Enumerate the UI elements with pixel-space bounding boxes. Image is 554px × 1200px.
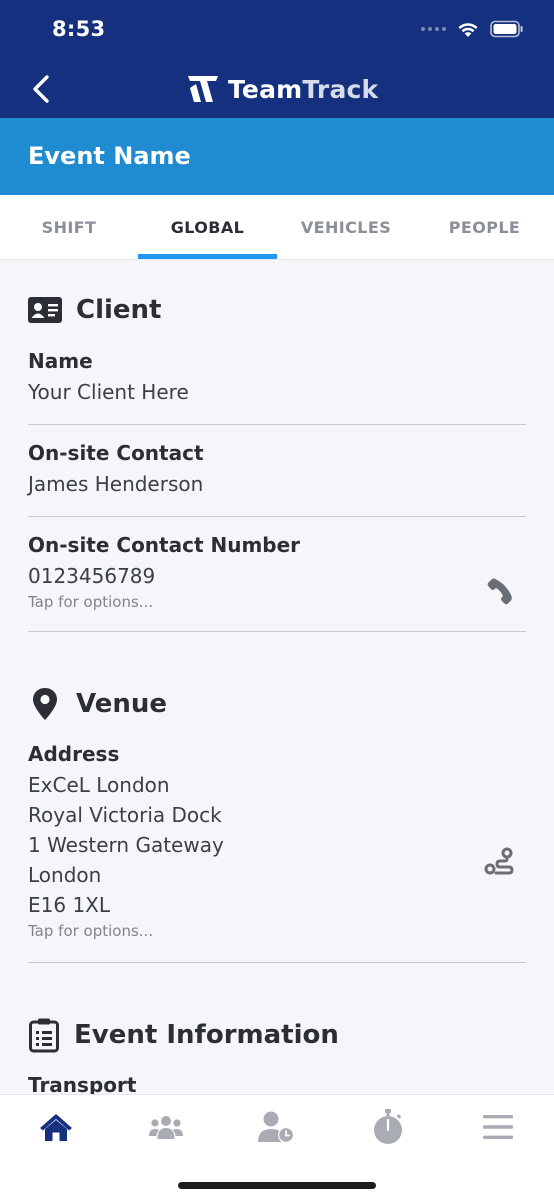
client-title: Client: [76, 295, 162, 325]
venue-section-header: Venue: [28, 687, 167, 721]
id-card-icon: [28, 297, 62, 323]
event-title: Event Name: [28, 142, 191, 170]
onsite-number-field[interactable]: On-site Contact Number 0123456789 Tap fo…: [28, 533, 526, 611]
divider: [28, 516, 526, 517]
status-bar: 8:53: [0, 0, 554, 60]
bottom-tab-timesheet[interactable]: [254, 1109, 298, 1145]
home-indicator: [178, 1182, 376, 1189]
bottom-tab-home[interactable]: [34, 1109, 78, 1145]
phone-icon[interactable]: [486, 577, 514, 605]
tab-shift[interactable]: SHIFT: [0, 195, 138, 260]
divider: [28, 424, 526, 425]
onsite-number-hint: Tap for options...: [28, 593, 154, 611]
venue-address-field[interactable]: Address ExCeL London Royal Victoria Dock…: [28, 742, 526, 940]
wifi-icon: [458, 23, 478, 37]
onsite-number-label: On-site Contact Number: [28, 533, 301, 557]
route-icon[interactable]: [484, 847, 514, 877]
status-icons: [421, 20, 524, 38]
tab-global[interactable]: GLOBAL: [138, 195, 277, 260]
onsite-contact-label: On-site Contact: [28, 441, 204, 465]
tab-people[interactable]: PEOPLE: [415, 195, 554, 260]
person-clock-icon: [258, 1111, 294, 1143]
venue-address-label: Address: [28, 742, 120, 766]
address-line: London: [28, 863, 102, 887]
address-line: Royal Victoria Dock: [28, 803, 222, 827]
client-name-label: Name: [28, 349, 93, 373]
client-name-value: Your Client Here: [28, 380, 189, 404]
divider: [28, 631, 526, 632]
brand-name: TeamTrack: [228, 74, 379, 104]
bottom-tab-team[interactable]: [144, 1109, 188, 1145]
battery-icon: [490, 20, 523, 38]
event-header: Event Name: [0, 118, 554, 195]
address-line: 1 Western Gateway: [28, 833, 224, 857]
back-button[interactable]: [26, 72, 56, 106]
active-tab-indicator: [138, 254, 277, 259]
transport-label: Transport: [28, 1073, 137, 1094]
onsite-contact-field: On-site Contact James Henderson: [28, 441, 526, 499]
app-logo: TeamTrack: [186, 72, 378, 106]
menu-icon: [483, 1115, 513, 1139]
client-name-field: Name Your Client Here: [28, 349, 526, 407]
event-info-title: Event Information: [74, 1020, 339, 1050]
divider: [28, 962, 526, 963]
transport-field: Transport: [28, 1073, 526, 1094]
status-time: 8:53: [52, 17, 106, 41]
onsite-contact-value: James Henderson: [28, 472, 204, 496]
bottom-tab-timer[interactable]: [366, 1109, 410, 1145]
client-section-header: Client: [28, 295, 161, 325]
venue-title: Venue: [76, 689, 167, 719]
venue-address-hint: Tap for options...: [28, 922, 154, 940]
event-info-section-header: Event Information: [28, 1017, 339, 1053]
address-line: E16 1XL: [28, 893, 111, 917]
cellular-signal-icon: [421, 27, 446, 31]
global-content[interactable]: Client Name Your Client Here On-site Con…: [0, 261, 554, 1094]
onsite-number-value[interactable]: 0123456789: [28, 561, 526, 591]
nav-bar: TeamTrack: [0, 60, 554, 118]
bottom-tab-menu[interactable]: [476, 1109, 520, 1145]
home-icon: [40, 1114, 72, 1141]
clipboard-list-icon: [29, 1018, 59, 1053]
chevron-left-icon: [33, 75, 49, 103]
people-icon: [149, 1116, 183, 1139]
tab-bar: SHIFT GLOBAL VEHICLES PEOPLE: [0, 195, 554, 260]
tab-vehicles[interactable]: VEHICLES: [277, 195, 415, 260]
address-line: ExCeL London: [28, 773, 170, 797]
map-pin-icon: [33, 688, 57, 720]
teamtrack-logo-icon: [188, 76, 218, 102]
stopwatch-icon: [374, 1109, 402, 1144]
